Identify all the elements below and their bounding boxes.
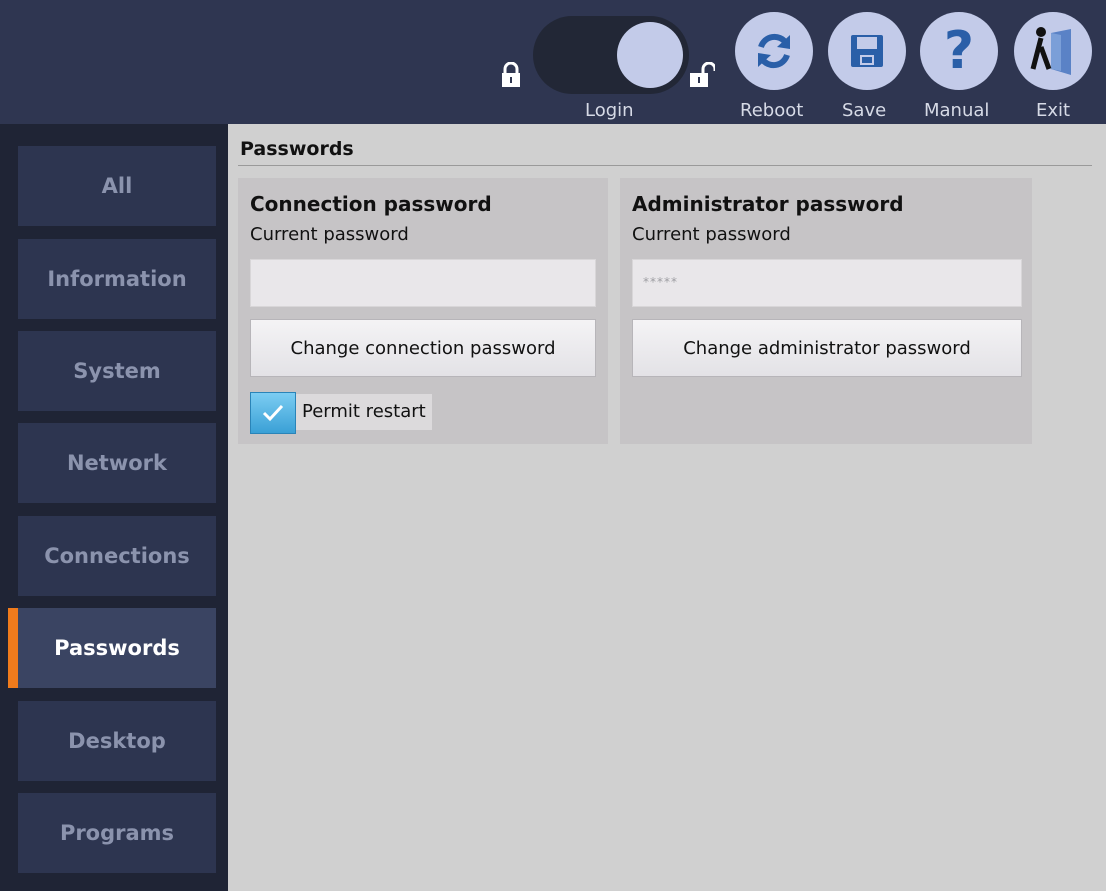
connection-password-field[interactable]: [250, 259, 596, 307]
question-mark-icon: ?: [943, 21, 975, 81]
sidebar-item-label: Desktop: [68, 729, 166, 753]
reboot-label: Reboot: [740, 100, 804, 121]
login-toggle[interactable]: [533, 16, 689, 94]
save-button[interactable]: [828, 12, 906, 90]
change-connection-password-button[interactable]: Change connection password: [250, 319, 596, 377]
administrator-current-password-label: Current password: [632, 224, 791, 245]
connection-current-password-label: Current password: [250, 224, 409, 245]
lock-open-icon: [690, 62, 715, 87]
top-toolbar: Login Reboot Save ? Manual Exit: [0, 0, 1106, 124]
administrator-password-title: Administrator password: [632, 192, 904, 216]
reboot-icon: [758, 33, 790, 69]
administrator-password-field[interactable]: *****: [632, 259, 1022, 307]
administrator-password-panel: Administrator password Current password …: [620, 178, 1032, 444]
page-title: Passwords: [240, 138, 354, 160]
sidebar-item-label: Network: [66, 451, 167, 475]
reboot-button[interactable]: [735, 12, 813, 90]
active-item-marker: [8, 608, 18, 688]
sidebar-item-label: Programs: [59, 821, 175, 845]
sidebar: All Information System Network Connectio…: [0, 124, 228, 891]
sidebar-item-passwords[interactable]: Passwords: [18, 608, 216, 688]
sidebar-item-label: System: [73, 359, 161, 383]
sidebar-item-desktop[interactable]: Desktop: [18, 701, 216, 781]
sidebar-item-connections[interactable]: Connections: [18, 516, 216, 596]
sidebar-item-label: All: [101, 174, 133, 198]
sidebar-item-system[interactable]: System: [18, 331, 216, 411]
permit-restart-label[interactable]: Permit restart: [296, 394, 432, 430]
login-toggle-knob[interactable]: [617, 22, 683, 88]
exit-button[interactable]: [1014, 12, 1092, 90]
main-content: Passwords Connection password Current pa…: [228, 124, 1106, 891]
manual-label: Manual: [924, 100, 990, 121]
sidebar-item-label: Connections: [44, 544, 190, 568]
checkmark-icon: [262, 404, 284, 422]
lock-closed-icon: [502, 62, 520, 87]
title-divider: [238, 165, 1092, 166]
permit-restart-checkbox[interactable]: [250, 392, 296, 434]
connection-password-panel: Connection password Current password Cha…: [238, 178, 608, 444]
manual-button[interactable]: ?: [920, 12, 998, 90]
sidebar-item-programs[interactable]: Programs: [18, 793, 216, 873]
change-administrator-password-button[interactable]: Change administrator password: [632, 319, 1022, 377]
sidebar-item-information[interactable]: Information: [18, 239, 216, 319]
connection-password-title: Connection password: [250, 192, 492, 216]
floppy-disk-icon: [851, 35, 883, 67]
sidebar-item-label: Passwords: [54, 636, 180, 660]
login-label: Login: [585, 100, 634, 121]
exit-door-icon: [1030, 27, 1071, 75]
sidebar-item-label: Information: [47, 267, 187, 291]
sidebar-item-network[interactable]: Network: [18, 423, 216, 503]
sidebar-item-all[interactable]: All: [18, 146, 216, 226]
exit-label: Exit: [1036, 100, 1071, 121]
save-label: Save: [842, 100, 887, 121]
